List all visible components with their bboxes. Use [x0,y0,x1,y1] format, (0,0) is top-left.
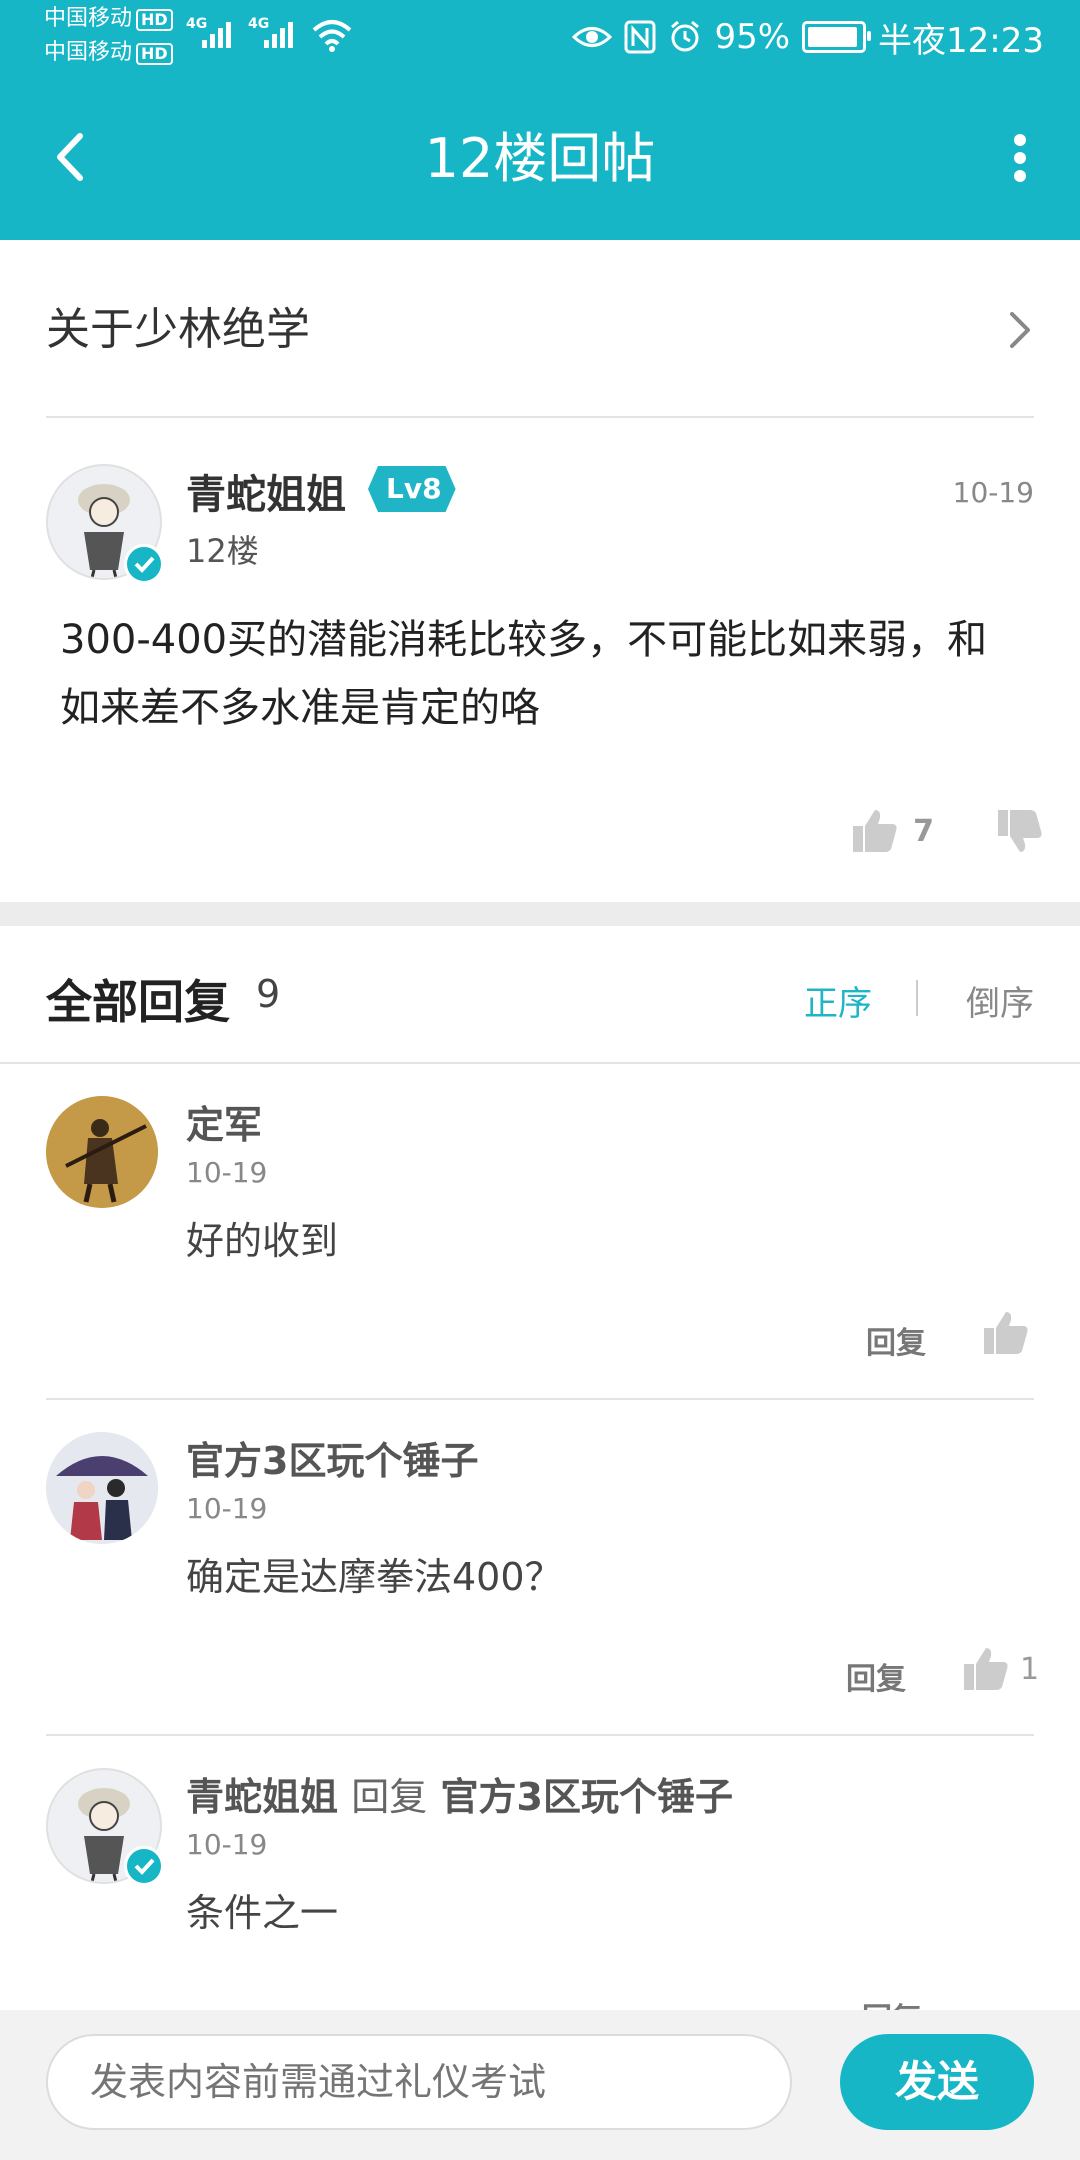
reply-author-line: 青蛇姐姐 回复 官方3区玩个锤子 [186,1766,733,1821]
reply-item: 青蛇姐姐 回复 官方3区玩个锤子 10-19 条件之一 回复 [0,1736,1080,2010]
topic-title: 关于少林绝学 [46,304,310,355]
avatar-image [46,1432,158,1544]
clock: 半夜12:23 [878,20,1044,61]
post-date: 10-19 [952,476,1034,509]
thumbs-down-icon [998,810,1042,852]
reply-item: 定军 10-19 好的收到 回复 [0,1064,1080,1400]
nfc-icon [624,20,656,54]
nav-bar: 12楼回帖 [0,74,1080,240]
like-count: 7 [913,813,934,849]
like-button[interactable] [982,1310,1030,1356]
alarm-icon [671,20,700,52]
avatar[interactable] [46,1432,158,1544]
thumbs-up-icon [853,810,897,852]
sort-ascending-tab[interactable]: 正序 [804,976,872,1025]
reply-button[interactable]: 回复 [862,1994,922,2010]
reply-to-user[interactable]: 官方3区玩个锤子 [441,1775,733,1819]
eye-icon [572,27,613,47]
like-button[interactable]: 7 [851,808,934,854]
reply-text: 好的收到 [186,1219,339,1263]
reply-button[interactable]: 回复 [846,1654,906,1698]
battery-icon [802,21,872,53]
avatar[interactable] [46,1096,158,1208]
avatar-image [46,1096,158,1208]
main-post: 青蛇姐姐 Lv8 12楼 10-19 300-400买的潜能消耗比较多，不可能比… [0,420,1080,900]
page-title: 12楼回帖 [424,127,656,190]
replies-count: 9 [256,972,281,1016]
thumbs-up-icon [964,1648,1008,1690]
like-count: 1 [1020,1651,1040,1687]
reply-author[interactable]: 定军 [186,1094,262,1149]
status-right: 95% 半夜12:23 [572,10,1044,64]
topic-link[interactable]: 关于少林绝学 [0,240,1080,418]
comment-composer: 发送 [0,2010,1080,2160]
battery-percent: 95% [714,17,791,57]
signal-indicators: 4G 4G [186,14,354,52]
signal-icon: 4G [186,14,231,52]
reply-item: 官方3区玩个锤子 10-19 确定是达摩拳法400？ 回复 1 [0,1400,1080,1736]
reply-author[interactable]: 官方3区玩个锤子 [186,1430,478,1485]
reply-button[interactable]: 回复 [866,1318,926,1362]
wifi-icon [312,20,352,52]
signal-icon: 4G [248,14,293,52]
reply-date: 10-19 [186,1828,268,1861]
reply-word: 回复 [351,1775,428,1819]
reply-text: 确定是达摩拳法400？ [186,1555,563,1599]
dislike-button[interactable] [996,808,1044,858]
author-name[interactable]: 青蛇姐姐 [186,462,346,520]
carrier-1: 中国移动 HD [44,6,173,32]
comment-input[interactable] [46,2034,792,2130]
divider [46,416,1034,418]
reply-date: 10-19 [186,1492,268,1525]
reply-text: 条件之一 [186,1891,339,1935]
like-button[interactable]: 1 [962,1646,1039,1692]
sort-separator [916,980,918,1016]
chevron-right-icon [1010,312,1030,348]
level-badge: Lv8 [368,466,456,512]
floor-label: 12楼 [186,532,259,570]
verified-badge-icon [124,1846,164,1886]
carrier-2: 中国移动 HD [44,40,173,66]
thumbs-up-icon [984,1312,1028,1354]
post-content: 300-400买的潜能消耗比较多，不可能比如来弱，和如来差不多水准是肯定的咯 [60,617,988,731]
reply-date: 10-19 [186,1156,268,1189]
verified-badge-icon [124,544,164,584]
more-icon[interactable] [990,122,1050,192]
replies-title: 全部回复 [46,975,230,1029]
send-button[interactable]: 发送 [840,2034,1034,2130]
section-gap [0,902,1080,926]
replies-header: 全部回复 9 正序 倒序 [0,926,1080,1062]
status-bar: 中国移动 HD 中国移动 HD 4G 4G 95% 半夜12:23 [0,0,1080,74]
reply-author[interactable]: 青蛇姐姐 [186,1775,338,1819]
sort-descending-tab[interactable]: 倒序 [966,976,1034,1025]
